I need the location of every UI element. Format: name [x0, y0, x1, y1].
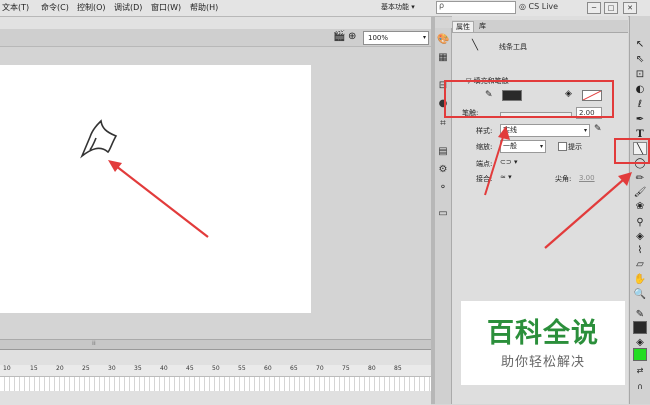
- panel-annotation-arrows: [484, 126, 632, 249]
- menu-commands[interactable]: 命令(C): [41, 2, 69, 13]
- cs-live-label: CS Live: [528, 2, 559, 11]
- timeline-frames[interactable]: [0, 377, 431, 391]
- close-button[interactable]: ✕: [623, 2, 637, 14]
- snap-icon[interactable]: ∩: [633, 380, 647, 393]
- frame-tick: 80: [368, 365, 376, 372]
- edit-scene-icon[interactable]: 🎬: [333, 31, 345, 42]
- frame-tick: 85: [394, 365, 402, 372]
- panel-tabs: 属性 库: [452, 20, 628, 33]
- menu-help[interactable]: 帮助(H): [190, 2, 218, 13]
- zoom-icon[interactable]: 🔍: [633, 288, 647, 301]
- frame-tick: 40: [160, 365, 168, 372]
- annotation-arrowhead: [498, 126, 510, 140]
- frame-tick: 55: [238, 365, 246, 372]
- zoom-value: 100%: [368, 34, 389, 42]
- help-search-input[interactable]: ρ: [436, 1, 516, 14]
- eraser-icon[interactable]: ▱: [633, 258, 647, 271]
- frame-tick: 70: [316, 365, 324, 372]
- stage-edit-bar: 🎬 ⊕ 100% ▾: [0, 29, 431, 47]
- frame-tick: 25: [82, 365, 90, 372]
- tab-properties[interactable]: 属性: [452, 21, 474, 32]
- document-tabs: [0, 17, 431, 29]
- menu-debug[interactable]: 调试(D): [114, 2, 142, 13]
- tab-library[interactable]: 库: [476, 21, 489, 31]
- fill-color-chip[interactable]: [633, 348, 647, 361]
- stroke-color-icon[interactable]: ✎: [633, 308, 647, 321]
- scroll-thumb-grip[interactable]: ⁞⁞: [92, 340, 96, 347]
- workspace-switcher[interactable]: 基本功能 ▾: [381, 1, 425, 13]
- watermark: 百科全说 助你轻松解决: [461, 301, 625, 385]
- timeline-panel: 10 15 20 25 30 35 40 45 50 55 60 65 70 7…: [0, 349, 431, 405]
- frame-tick: 30: [108, 365, 116, 372]
- 3d-rotation-icon[interactable]: ◐: [633, 83, 647, 96]
- menu-control[interactable]: 控制(O): [77, 2, 106, 13]
- restore-button[interactable]: □: [604, 2, 618, 14]
- frame-tick: 75: [342, 365, 350, 372]
- cs-live-button[interactable]: ◎ CS Live: [519, 2, 558, 11]
- frame-tick: 45: [186, 365, 194, 372]
- annotation-arrow: [115, 165, 209, 238]
- frame-tick: 15: [30, 365, 38, 372]
- frame-tick: 20: [56, 365, 64, 372]
- menu-window[interactable]: 窗口(W): [151, 2, 181, 13]
- timeline-ruler: 10 15 20 25 30 35 40 45 50 55 60 65 70 7…: [0, 365, 431, 377]
- horizontal-scrollbar[interactable]: ⁞⁞: [0, 339, 431, 349]
- line-tool-icon: ╲: [472, 40, 479, 51]
- watermark-subtitle: 助你轻松解决: [500, 355, 585, 370]
- hand-icon[interactable]: ✋: [633, 273, 647, 286]
- edit-symbol-icon[interactable]: ⊕: [348, 31, 356, 42]
- grid-icon[interactable]: ▦: [437, 52, 449, 64]
- frame-tick: 35: [134, 365, 142, 372]
- menu-bar: 文本(T) 命令(C) 控制(O) 调试(D) 窗口(W) 帮助(H) 基本功能…: [0, 0, 650, 17]
- selection-arrow-icon[interactable]: ↖: [633, 38, 647, 51]
- zoom-select[interactable]: 100% ▾: [363, 31, 429, 45]
- search-icon: ρ: [439, 1, 445, 10]
- free-transform-icon[interactable]: ⊡: [633, 68, 647, 81]
- subselection-arrow-icon[interactable]: ⇖: [633, 53, 647, 66]
- paint-icon[interactable]: 🎨: [437, 34, 449, 46]
- stroke-color-chip[interactable]: [633, 321, 647, 334]
- stage-drawing: [80, 119, 209, 238]
- frame-tick: 65: [290, 365, 298, 372]
- minimize-button[interactable]: ─: [587, 2, 601, 14]
- chevron-down-icon: ▾: [422, 34, 426, 41]
- annotation-arrow: [544, 179, 624, 249]
- annotation-arrow: [484, 136, 504, 196]
- leaf-drawing: [80, 119, 118, 159]
- frame-tick: 50: [212, 365, 220, 372]
- watermark-title: 百科全说: [487, 318, 599, 349]
- frame-tick: 60: [264, 365, 272, 372]
- swap-colors-icon[interactable]: ⇄: [633, 364, 647, 377]
- menu-text[interactable]: 文本(T): [2, 2, 29, 13]
- frame-tick: 10: [3, 365, 11, 372]
- cs-live-icon: ◎: [519, 2, 529, 11]
- tool-name: 线条工具: [499, 43, 527, 51]
- stage-canvas[interactable]: [0, 65, 311, 313]
